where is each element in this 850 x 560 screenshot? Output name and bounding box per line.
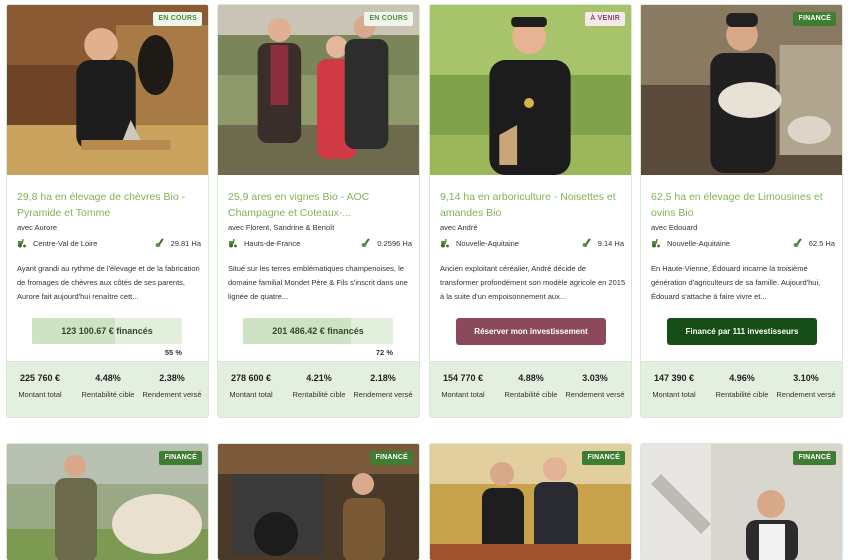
- project-card-row2-1[interactable]: FINANCÉ: [6, 443, 209, 560]
- status-badge: EN COURS: [364, 12, 413, 26]
- status-badge: FINANCÉ: [370, 451, 413, 465]
- funding-progress-bar: 123 100.67 € financés: [32, 318, 182, 344]
- status-badge: FINANCÉ: [793, 451, 836, 465]
- project-card-vignes[interactable]: EN COURS 25,9 ares en vignes Bio - AOC C…: [217, 4, 420, 418]
- project-photo[interactable]: FINANCÉ: [641, 5, 842, 175]
- status-badge: FINANCÉ: [159, 451, 202, 465]
- stat-rendement: 3.03% Rendement versé: [565, 373, 625, 399]
- status-badge: FINANCÉ: [582, 451, 625, 465]
- stat-rentabilite: 4.88% Rentabilité cible: [504, 373, 558, 399]
- stat-rentabilite: 4.48% Rentabilité cible: [81, 373, 135, 399]
- project-stats: 147 390 € Montant total 4.96% Rentabilit…: [641, 361, 842, 417]
- shovel-icon: [793, 238, 803, 248]
- stat-rendement: 2.38% Rendement versé: [142, 373, 202, 399]
- project-owner: avec Aurore: [17, 223, 58, 232]
- stat-amount: 147 390 € Montant total: [652, 373, 696, 399]
- project-meta: Nouvelle-Aquitaine 9.14 Ha: [440, 238, 624, 250]
- project-photo[interactable]: À VENIR: [430, 5, 631, 175]
- stat-amount: 278 600 € Montant total: [229, 373, 273, 399]
- stat-rendement: 2.18% Rendement versé: [353, 373, 413, 399]
- funded-amount: 201 486.42 € financés: [272, 326, 364, 336]
- project-meta: Hauts-de-France 0.2596 Ha: [228, 238, 412, 250]
- project-description: Ancien exploitant céréalier, André décid…: [440, 264, 626, 301]
- project-owner: avec Edouard: [651, 223, 698, 232]
- region-label: Nouvelle-Aquitaine: [667, 238, 730, 248]
- shovel-icon: [155, 238, 165, 248]
- shovel-icon: [582, 238, 592, 248]
- stat-amount: 154 770 € Montant total: [441, 373, 485, 399]
- tractor-icon: [651, 238, 661, 248]
- funded-investors-button[interactable]: Financé par 111 investisseurs: [667, 318, 817, 345]
- project-card-noisettes[interactable]: À VENIR 9,14 ha en arboriculture - Noise…: [429, 4, 632, 418]
- project-owner: avec André: [440, 223, 478, 232]
- tractor-icon: [17, 238, 27, 248]
- project-card-limousines[interactable]: FINANCÉ 62,5 ha en élevage de Limousines…: [640, 4, 843, 418]
- shovel-icon: [361, 238, 371, 248]
- stat-rentabilite: 4.96% Rentabilité cible: [715, 373, 769, 399]
- project-title[interactable]: 9,14 ha en arboriculture - Noisettes et …: [440, 189, 626, 221]
- project-stats: 225 760 € Montant total 4.48% Rentabilit…: [7, 361, 208, 417]
- area-label: 29.81 Ha: [170, 238, 201, 248]
- region-label: Hauts-de-France: [244, 238, 301, 248]
- area-label: 0.2596 Ha: [377, 238, 412, 248]
- project-card-row2-2[interactable]: FINANCÉ: [217, 443, 420, 560]
- project-stats: 154 770 € Montant total 4.88% Rentabilit…: [430, 361, 631, 417]
- area-label: 9.14 Ha: [597, 238, 624, 248]
- project-meta: Centre-Val de Loire 29.81 Ha: [17, 238, 201, 250]
- project-title[interactable]: 29,8 ha en élevage de chèvres Bio - Pyra…: [17, 189, 203, 221]
- funding-progress-bar: 201 486.42 € financés: [243, 318, 393, 344]
- project-title[interactable]: 25,9 ares en vignes Bio - AOC Champagne …: [228, 189, 414, 221]
- area-label: 62.5 Ha: [808, 238, 835, 248]
- project-photo[interactable]: EN COURS: [218, 5, 419, 175]
- tractor-icon: [440, 238, 450, 248]
- funding-percent: 55 %: [164, 348, 182, 357]
- status-badge: EN COURS: [153, 12, 202, 26]
- project-owner: avec Florent, Sandrine & Benoît: [228, 223, 335, 232]
- project-description: En Haute-Vienne, Édouard incarne la troi…: [651, 264, 821, 301]
- stat-amount: 225 760 € Montant total: [18, 373, 62, 399]
- project-card-row2-3[interactable]: FINANCÉ: [429, 443, 632, 560]
- reserve-investment-button[interactable]: Réserver mon investissement: [456, 318, 606, 345]
- region-label: Centre-Val de Loire: [33, 238, 98, 248]
- region-label: Nouvelle-Aquitaine: [456, 238, 519, 248]
- project-photo[interactable]: EN COURS: [7, 5, 208, 175]
- status-badge: À VENIR: [585, 12, 625, 26]
- funded-amount: 123 100.67 € financés: [61, 326, 153, 336]
- project-card-chevres[interactable]: EN COURS 29,8 ha en élevage de chèvres B…: [6, 4, 209, 418]
- status-badge: FINANCÉ: [793, 12, 836, 26]
- stat-rentabilite: 4.21% Rentabilité cible: [292, 373, 346, 399]
- stat-rendement: 3.10% Rendement versé: [776, 373, 836, 399]
- project-stats: 278 600 € Montant total 4.21% Rentabilit…: [218, 361, 419, 417]
- project-meta: Nouvelle-Aquitaine 62.5 Ha: [651, 238, 835, 250]
- project-description: Situé sur les terres emblématiques champ…: [228, 264, 408, 301]
- project-title[interactable]: 62,5 ha en élevage de Limousines et ovin…: [651, 189, 837, 221]
- project-card-row2-4[interactable]: FINANCÉ: [640, 443, 843, 560]
- tractor-icon: [228, 238, 238, 248]
- project-description: Ayant grandi au rythme de l'élevage et d…: [17, 264, 200, 301]
- funding-percent: 72 %: [375, 348, 393, 357]
